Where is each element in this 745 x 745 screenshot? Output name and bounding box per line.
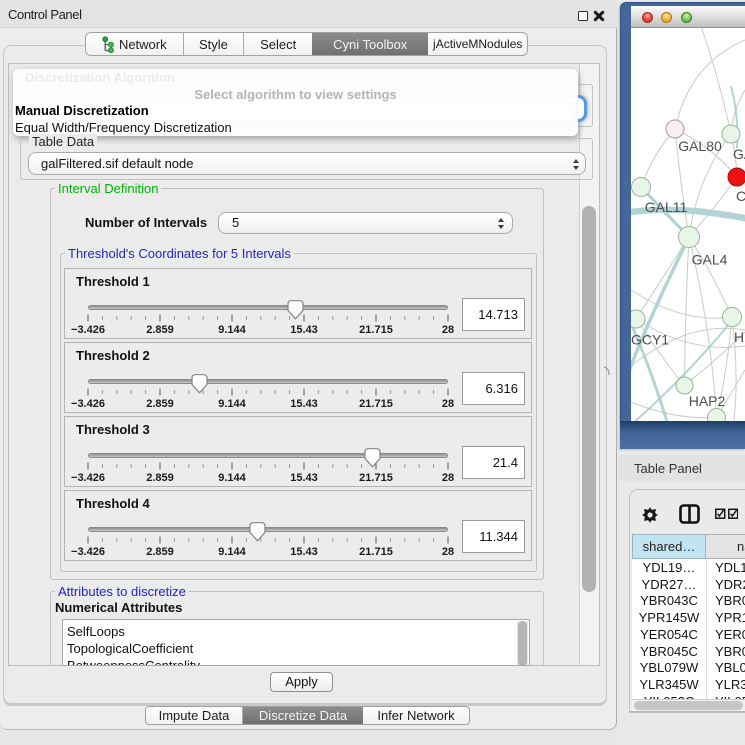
svg-text:H: H bbox=[734, 329, 744, 345]
svg-text:GAL4: GAL4 bbox=[692, 252, 728, 268]
svg-text:GCY1: GCY1 bbox=[631, 332, 669, 348]
svg-text:GA: GA bbox=[733, 146, 745, 162]
svg-text:HAP2: HAP2 bbox=[689, 393, 726, 409]
svg-text:C: C bbox=[736, 188, 745, 204]
svg-text:GAL80: GAL80 bbox=[678, 138, 722, 154]
svg-text:GAL11: GAL11 bbox=[645, 199, 688, 215]
